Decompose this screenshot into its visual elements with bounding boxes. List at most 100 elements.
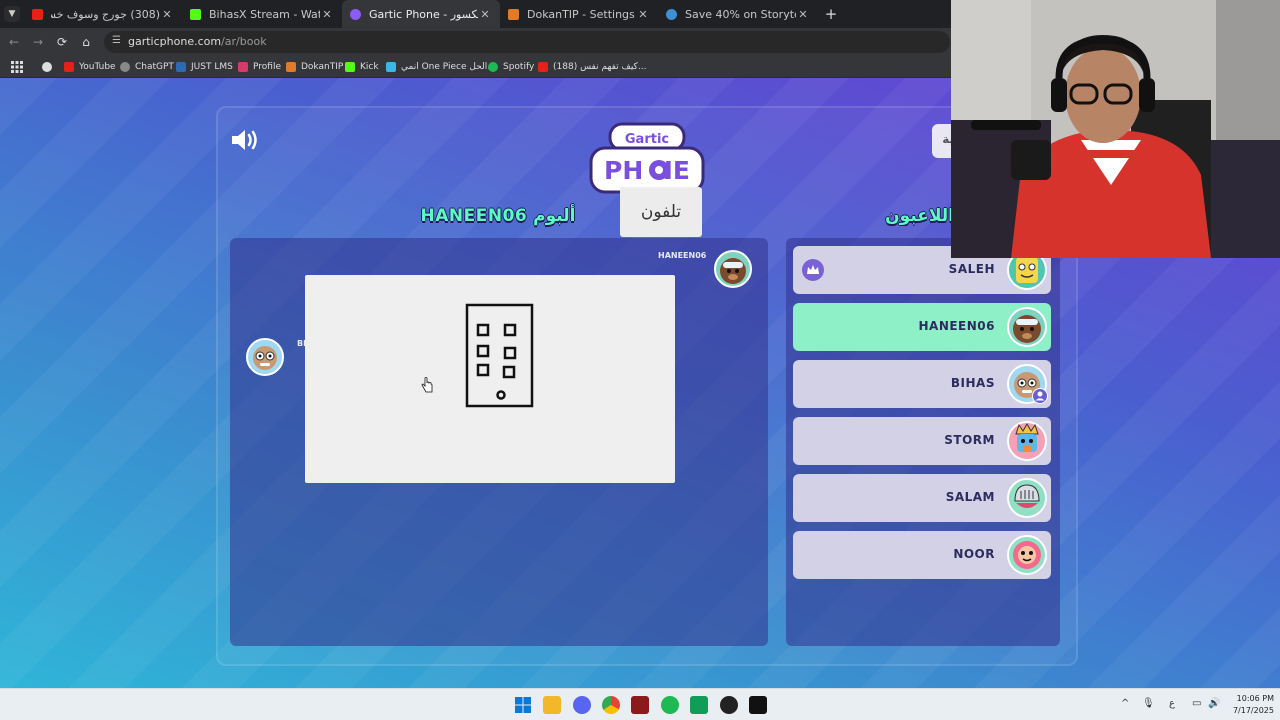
just-lms-icon (176, 62, 186, 72)
dokantip-icon (508, 8, 519, 20)
bookmark-label: انمي One Piece الحل... (401, 62, 496, 72)
player-card-haneen06: HANEEN06 (793, 303, 1051, 351)
new-tab-button[interactable]: + (822, 5, 840, 23)
entry-author: HANEEN06 (658, 251, 707, 260)
chrome-icon[interactable] (602, 696, 620, 714)
tab-kick-stream[interactable]: BihasX Stream - Watch Live on ✕ (182, 0, 342, 28)
knight-avatar-icon (1007, 478, 1047, 518)
player-name: BIHAS (950, 376, 995, 390)
robot-avatar-icon (246, 338, 284, 376)
tab-label: Gartic Phone - الهاتف المكسور (369, 7, 478, 21)
whatsapp-icon[interactable] (690, 696, 708, 714)
bookmark-chatgpt[interactable]: ChatGPT (120, 60, 174, 74)
close-tab-icon[interactable]: ✕ (636, 8, 650, 21)
bookmark-youtube-video[interactable]: (188) كيف تفهم نفس... (538, 60, 646, 74)
apps-grid-icon[interactable] (11, 60, 23, 74)
close-tab-icon[interactable]: ✕ (160, 8, 174, 21)
url-path: /ar/book (221, 35, 267, 48)
kick-icon (345, 62, 355, 72)
network-icon[interactable]: ▭ (1192, 698, 1201, 709)
site-info-icon[interactable]: ☰ (112, 35, 121, 46)
back-icon[interactable]: ← (6, 34, 22, 50)
profile-icon (238, 62, 248, 72)
home-icon[interactable]: ⌂ (78, 34, 94, 50)
terminal-icon[interactable] (749, 696, 767, 714)
sound-icon[interactable] (230, 128, 260, 152)
spotify-icon[interactable] (661, 696, 679, 714)
player-card-noor: NOOR (793, 531, 1051, 579)
windows-start-icon[interactable] (514, 696, 532, 714)
dokantip-icon (286, 62, 296, 72)
spotify-icon (488, 62, 498, 72)
players-title: اللاعبون (885, 206, 954, 226)
discord-icon[interactable] (573, 696, 591, 714)
bookmark-one-piece[interactable]: انمي One Piece الحل... (386, 60, 496, 74)
bear-avatar-icon (714, 250, 752, 288)
reload-icon[interactable]: ⟳ (54, 34, 70, 50)
file-explorer-icon[interactable] (543, 696, 561, 714)
player-card-bihas: BIHAS (793, 360, 1051, 408)
player-name: HANEEN06 (918, 319, 995, 333)
forward-icon[interactable]: → (30, 34, 46, 50)
king-avatar-icon (1007, 421, 1047, 461)
svg-text:Gartic: Gartic (625, 132, 669, 147)
bear-avatar-icon (1007, 307, 1047, 347)
tab-search-icon[interactable]: ▼ (4, 6, 20, 22)
obs-icon[interactable] (720, 696, 738, 714)
tab-youtube[interactable]: (308) جورج وسوف خسرت كل النا ✕ (24, 0, 182, 28)
bookmark-label: Kick (360, 62, 379, 72)
globe-icon[interactable] (42, 60, 57, 74)
player-name: STORM (944, 433, 995, 447)
bookmark-just-lms[interactable]: JUST LMS (176, 60, 233, 74)
player-name: NOOR (953, 547, 995, 561)
bookmark-youtube[interactable]: YouTube (64, 60, 116, 74)
close-tab-icon[interactable]: ✕ (478, 8, 492, 21)
you-user-icon (1032, 388, 1048, 404)
player-card-salam: SALAM (793, 474, 1051, 522)
tab-steam[interactable]: Save 40% on Storyteller on Stea ✕ (658, 0, 818, 28)
bookmark-label: DokanTIP (301, 62, 344, 72)
drawing-canvas (305, 275, 675, 483)
youtube-icon (64, 62, 74, 72)
show-hidden-icons-icon[interactable]: ^ (1121, 698, 1129, 709)
tab-gartic-phone[interactable]: Gartic Phone - الهاتف المكسور ✕ (342, 0, 500, 28)
volume-icon[interactable]: 🔊 (1208, 698, 1220, 709)
bookmark-label: Profile (253, 62, 281, 72)
tab-label: DokanTIP - Settings (527, 7, 635, 21)
bookmark-profile[interactable]: Profile (238, 60, 281, 74)
tab-label: Save 40% on Storyteller on Stea (685, 7, 796, 21)
url-host: garticphone.com (128, 35, 222, 48)
bookmark-dokantip[interactable]: DokanTIP (286, 60, 343, 74)
crown-icon (802, 259, 824, 281)
bookmark-spotify[interactable]: Spotify (488, 60, 534, 74)
clock-date: 7/17/2025 (1232, 706, 1274, 715)
close-tab-icon[interactable]: ✕ (320, 8, 334, 21)
album-title: ألبوم HANEEN06 (420, 206, 576, 226)
youtube-icon (32, 8, 43, 20)
bookmark-label: ChatGPT (135, 62, 174, 72)
bookmark-label: JUST LMS (191, 62, 233, 72)
webcam-feed-image (951, 0, 1280, 258)
microphone-icon[interactable]: 🎙 (1142, 698, 1155, 709)
webcam-overlay (951, 0, 1280, 258)
clock-time: 10:06 PM (1236, 694, 1274, 703)
app-icon[interactable] (631, 696, 649, 714)
tab-label: (308) جورج وسوف خسرت كل النا (51, 7, 160, 21)
system-clock[interactable]: 10:06 PM 7/17/2025 (1224, 693, 1274, 717)
one-piece-icon (386, 62, 396, 72)
url-text: garticphone.com/ar/book (128, 35, 267, 48)
chatgpt-icon (120, 62, 130, 72)
url-field[interactable]: ☰ garticphone.com/ar/book (104, 31, 950, 53)
steam-icon (666, 8, 677, 20)
kick-icon (190, 8, 201, 20)
player-name: SALAM (945, 490, 995, 504)
text-entry-bubble: تلفون (620, 187, 702, 237)
bookmark-label: (188) كيف تفهم نفس... (553, 62, 647, 72)
svg-text:PH NE: PH NE (604, 156, 690, 185)
taskbar: ^ 🎙 ع ▭ 🔊 10:06 PM 7/17/2025 (0, 688, 1280, 720)
language-indicator[interactable]: ع (1169, 698, 1175, 709)
close-tab-icon[interactable]: ✕ (796, 8, 810, 21)
gartic-phone-icon (350, 8, 361, 20)
tab-dokantip[interactable]: DokanTIP - Settings ✕ (500, 0, 658, 28)
bookmark-kick[interactable]: Kick (345, 60, 379, 74)
